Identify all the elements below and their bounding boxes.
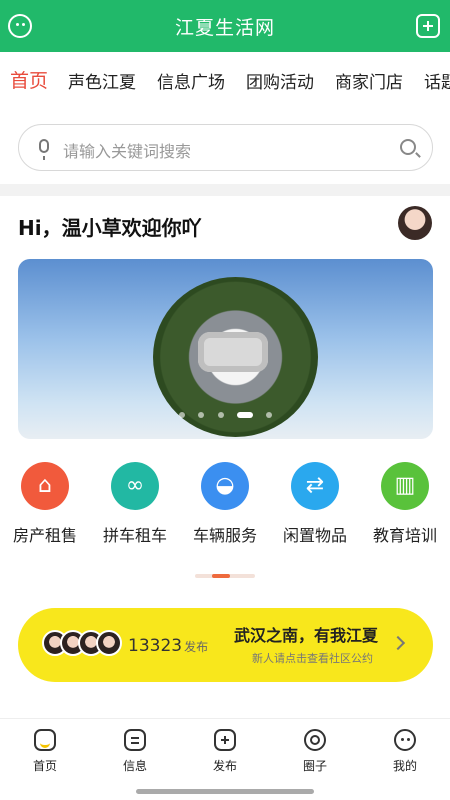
category-tabs: 首页 声色江夏 信息广场 团购活动 商家门店 话题 bbox=[0, 52, 450, 108]
category-label: 房产租售 bbox=[12, 526, 77, 545]
nav-label: 圈子 bbox=[302, 759, 327, 773]
category-carpool[interactable]: ∞ 拼车租车 bbox=[90, 462, 180, 546]
nav-home[interactable]: 首页 bbox=[0, 729, 90, 774]
nav-label: 发布 bbox=[212, 759, 237, 773]
app-title: 江夏生活网 bbox=[174, 17, 275, 39]
post-count-suffix: 发布 bbox=[184, 640, 209, 654]
basket-icon: ⇄ bbox=[291, 462, 339, 510]
carousel-dot[interactable] bbox=[198, 411, 205, 418]
page-indicator-active bbox=[212, 574, 230, 578]
avatar[interactable] bbox=[398, 206, 432, 240]
nav-messages[interactable]: 信息 bbox=[90, 729, 180, 774]
house-icon: ⌂ bbox=[21, 462, 69, 510]
nav-circle[interactable]: 圈子 bbox=[270, 729, 360, 774]
book-icon: ▥ bbox=[381, 462, 429, 510]
page-indicator bbox=[195, 574, 255, 578]
tab-info-plaza[interactable]: 信息广场 bbox=[157, 68, 225, 93]
home-card: Hi，温小草欢迎你吖 ⌂ 房产租售 ∞ 拼车租车 ◒ 车辆服务 ⇄ 闲置物品 ▥… bbox=[0, 196, 450, 718]
search-placeholder: 请输入关键词搜索 bbox=[63, 142, 192, 161]
category-label: 车辆服务 bbox=[192, 526, 257, 545]
carousel-dot[interactable] bbox=[179, 411, 186, 418]
category-label: 拼车租车 bbox=[102, 526, 167, 545]
nav-profile[interactable]: 我的 bbox=[360, 729, 450, 774]
category-house[interactable]: ⌂ 房产租售 bbox=[0, 462, 90, 546]
home-indicator[interactable] bbox=[136, 789, 314, 794]
search-input[interactable]: 请输入关键词搜索 bbox=[18, 124, 433, 171]
avatar-stack bbox=[42, 630, 122, 658]
car-icon: ◒ bbox=[201, 462, 249, 510]
carousel-dots bbox=[18, 404, 433, 423]
post-count: 13323 发布 bbox=[128, 636, 208, 656]
category-label: 闲置物品 bbox=[282, 526, 347, 545]
carpool-icon: ∞ bbox=[111, 462, 159, 510]
search-section: 请输入关键词搜索 bbox=[0, 108, 450, 184]
circle-icon bbox=[304, 729, 326, 751]
tab-group-buy[interactable]: 团购活动 bbox=[246, 68, 314, 93]
category-label: 教育培训 bbox=[372, 526, 437, 545]
category-secondhand[interactable]: ⇄ 闲置物品 bbox=[270, 462, 360, 546]
nav-label: 信息 bbox=[122, 759, 147, 773]
tab-topics[interactable]: 话题 bbox=[424, 68, 450, 93]
tab-home[interactable]: 首页 bbox=[10, 66, 48, 93]
promo-subtitle: 新人请点击查看社区公约 bbox=[252, 652, 373, 665]
app-header: 江夏生活网 bbox=[0, 0, 450, 52]
search-icon[interactable] bbox=[400, 139, 416, 155]
tab-merchants[interactable]: 商家门店 bbox=[335, 68, 403, 93]
chevron-right-icon bbox=[390, 635, 406, 651]
bottom-nav: 首页 信息 发布 圈子 我的 bbox=[0, 718, 450, 800]
nav-label: 首页 bbox=[32, 759, 57, 773]
add-icon bbox=[214, 729, 236, 751]
message-icon bbox=[124, 729, 146, 751]
community-promo-banner[interactable]: 13323 发布 武汉之南，有我江夏 新人请点击查看社区公约 bbox=[18, 608, 433, 682]
carousel-dot[interactable] bbox=[265, 411, 272, 418]
add-icon[interactable] bbox=[416, 14, 440, 38]
category-grid: ⌂ 房产租售 ∞ 拼车租车 ◒ 车辆服务 ⇄ 闲置物品 ▥ 教育培训 bbox=[0, 462, 450, 552]
category-education[interactable]: ▥ 教育培训 bbox=[360, 462, 450, 546]
promo-title: 武汉之南，有我江夏 bbox=[234, 626, 379, 645]
microphone-icon[interactable] bbox=[39, 139, 49, 160]
banner-carousel[interactable] bbox=[18, 259, 433, 439]
carousel-dot-active[interactable] bbox=[236, 411, 253, 418]
profile-icon bbox=[394, 729, 416, 751]
category-car-service[interactable]: ◒ 车辆服务 bbox=[180, 462, 270, 546]
post-count-value: 13323 bbox=[128, 636, 183, 656]
carousel-dot[interactable] bbox=[217, 411, 224, 418]
greeting-text: Hi，温小草欢迎你吖 bbox=[18, 216, 202, 240]
nav-label: 我的 bbox=[392, 759, 417, 773]
nav-publish[interactable]: 发布 bbox=[180, 729, 270, 774]
avatar bbox=[96, 630, 122, 656]
home-icon bbox=[34, 729, 56, 751]
tab-shengse-jiangxia[interactable]: 声色江夏 bbox=[68, 68, 136, 93]
